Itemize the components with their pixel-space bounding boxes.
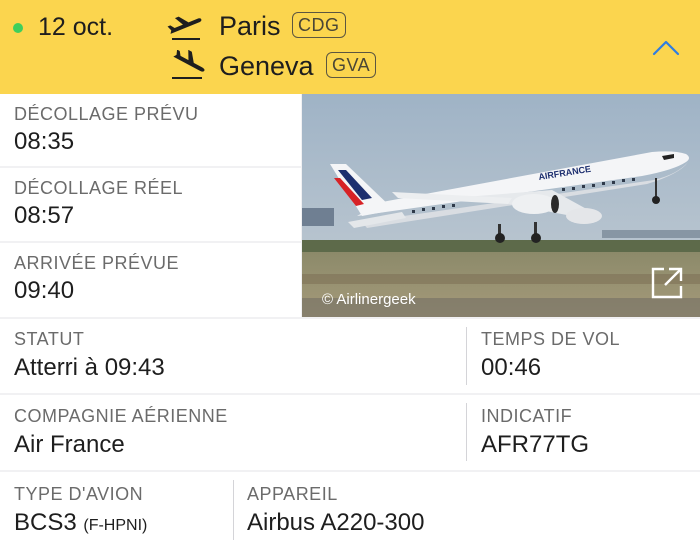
status-dot <box>13 23 23 33</box>
departure-code-badge: CDG <box>292 12 346 38</box>
scheduled-departure-label: DÉCOLLAGE PRÉVU <box>14 104 199 124</box>
flight-time-label: TEMPS DE VOL <box>481 329 621 349</box>
scheduled-arrival-cell: ARRIVÉE PRÉVUE 09:40 <box>0 243 301 317</box>
status-label: STATUT <box>14 329 85 349</box>
aircraft-registration: (F-HPNI) <box>83 517 148 534</box>
photo-credit: © Airlinergeek <box>322 291 416 308</box>
external-link-icon[interactable] <box>649 265 685 301</box>
landing-icon <box>168 49 206 80</box>
flight-time-value: 00:46 <box>481 354 542 381</box>
scheduled-departure-value: 08:35 <box>14 128 75 155</box>
flight-date: 12 oct. <box>38 13 114 41</box>
arrival-city: Geneva <box>219 51 314 81</box>
divider <box>233 480 234 540</box>
divider <box>466 403 467 461</box>
aircraft-type-code: BCS3 <box>14 509 77 536</box>
takeoff-icon <box>166 12 204 42</box>
aircraft-type-value: BCS3 (F-HPNI) <box>14 509 147 537</box>
actual-departure-value: 08:57 <box>14 202 75 229</box>
scheduled-departure-cell: DÉCOLLAGE PRÉVU 08:35 <box>0 94 301 166</box>
departure-city: Paris <box>219 11 281 41</box>
scheduled-arrival-label: ARRIVÉE PRÉVUE <box>14 253 180 273</box>
airline-value: Air France <box>14 431 125 458</box>
scheduled-arrival-value: 09:40 <box>14 277 75 304</box>
aircraft-row: TYPE D'AVION BCS3 (F-HPNI) APPAREIL Airb… <box>0 472 700 549</box>
aircraft-label: APPAREIL <box>247 484 338 504</box>
actual-departure-label: DÉCOLLAGE RÉEL <box>14 178 184 198</box>
callsign-label: INDICATIF <box>481 406 573 426</box>
status-value: Atterri à 09:43 <box>14 354 165 381</box>
aircraft-value: Airbus A220-300 <box>247 509 425 536</box>
chevron-up-icon[interactable] <box>648 34 684 60</box>
aircraft-type-label: TYPE D'AVION <box>14 484 144 504</box>
arrival-code-badge: GVA <box>326 52 377 78</box>
airline-row: COMPAGNIE AÉRIENNE Air France INDICATIF … <box>0 395 700 470</box>
callsign-value: AFR77TG <box>481 431 590 458</box>
actual-departure-cell: DÉCOLLAGE RÉEL 08:57 <box>0 168 301 241</box>
divider <box>466 327 467 385</box>
aircraft-photo[interactable]: AIRFRANCE © Airlinergeek <box>302 94 700 317</box>
status-row: STATUT Atterri à 09:43 TEMPS DE VOL 00:4… <box>0 319 700 393</box>
aircraft-photo-image: AIRFRANCE <box>302 94 700 317</box>
airline-label: COMPAGNIE AÉRIENNE <box>14 406 228 426</box>
flight-header[interactable]: 12 oct. Paris CDG Geneva GVA <box>0 0 700 94</box>
